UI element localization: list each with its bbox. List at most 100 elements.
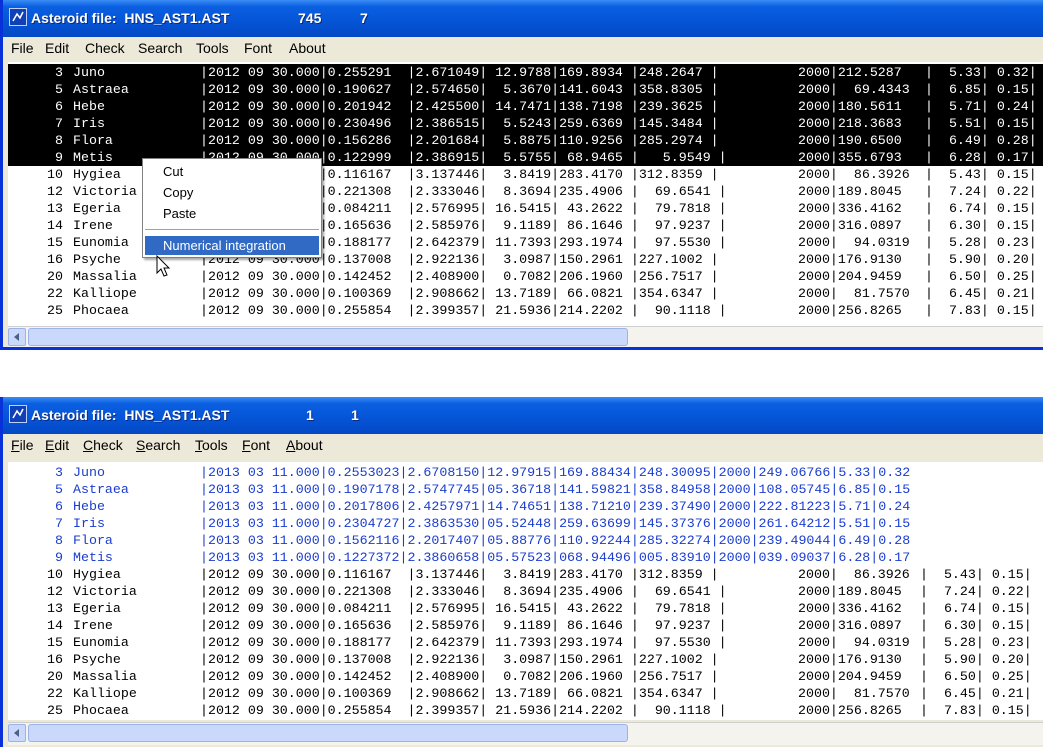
orbital-elements: |2013 03 11.000|0.2553023|2.6708150|12.9… <box>200 465 911 480</box>
scroll-thumb[interactable] <box>28 328 628 346</box>
menu-search[interactable]: Search <box>138 40 182 56</box>
asteroid-number: 7 <box>55 116 63 131</box>
title-bar[interactable]: Asteroid file: HNS_AST1.AST 745 7 <box>3 0 1043 37</box>
mouse-cursor-icon <box>156 255 171 277</box>
orbital-elements: |2012 09 30.000|0.100369 |2.908662| 13.7… <box>200 686 719 701</box>
table-row[interactable]: 15 Eunomia |2012 09 30.000|0.188177 |2.642… <box>8 634 1043 651</box>
menu-edit[interactable]: Edit <box>45 437 69 453</box>
menu-font[interactable]: Font <box>242 437 270 453</box>
asteroid-name: Kalliope <box>73 286 137 301</box>
orbital-elements: |2012 09 30.000|0.255854 |2.399357| 21.5… <box>200 703 727 718</box>
table-row[interactable]: 22 Kalliope |2012 09 30.000|0.100369 |2.90… <box>8 685 1043 702</box>
asteroid-name: Metis <box>73 150 113 165</box>
table-row[interactable]: 16 Psyche |2012 09 30.000|0.137008 |2.9221… <box>8 651 1043 668</box>
horizontal-scrollbar[interactable] <box>8 326 1043 347</box>
menu-item-cut[interactable]: Cut <box>163 164 183 179</box>
table-row[interactable]: 8 Flora |2012 09 30.000|0.156286 |2.201684… <box>8 132 1043 149</box>
menu-search[interactable]: Search <box>136 437 180 453</box>
magnitude-slope: | 5.51| 0.15| <box>925 116 1037 131</box>
equinox-anomaly: 2000|180.5611 <box>798 99 902 114</box>
magnitude-slope: | 5.28| 0.23| <box>920 635 1032 650</box>
table-row[interactable]: 5 Astraea |2013 03 11.000|0.1907178|2.5747… <box>8 481 1043 498</box>
magnitude-slope: | 5.43| 0.15| <box>925 167 1037 182</box>
equinox-anomaly: 2000|189.8045 <box>798 584 902 599</box>
magnitude-slope: | 7.83| 0.15| <box>920 703 1032 718</box>
table-row[interactable]: 8 Flora |2013 03 11.000|0.1562116|2.201740… <box>8 532 1043 549</box>
asteroid-number: 5 <box>55 82 63 97</box>
table-row[interactable]: 6 Hebe |2012 09 30.000|0.201942 |2.425500|… <box>8 98 1043 115</box>
menu-edit[interactable]: Edit <box>45 40 69 56</box>
orbital-elements: |2012 09 30.000|0.255291 |2.671049| 12.9… <box>200 65 719 80</box>
table-row[interactable]: 7 Iris |2013 03 11.000|0.2304727|2.3863530… <box>8 515 1043 532</box>
table-row[interactable]: 6 Hebe |2013 03 11.000|0.2017806|2.4257971… <box>8 498 1043 515</box>
scroll-left-icon[interactable] <box>8 724 26 742</box>
table-row[interactable]: 9 Metis |2013 03 11.000|0.1227372|2.386065… <box>8 549 1043 566</box>
orbital-elements: |2012 09 30.000|0.201942 |2.425500| 14.7… <box>200 99 719 114</box>
asteroid-name: Hebe <box>73 99 105 114</box>
orbital-elements: |2012 09 30.000|0.255854 |2.399357| 21.5… <box>200 303 727 318</box>
table-row[interactable]: 25 Phocaea |2012 09 30.000|0.255854 |2.399… <box>8 702 1043 719</box>
magnitude-slope: | 7.24| 0.22| <box>920 584 1032 599</box>
table-row[interactable]: 12 Victoria |2012 09 30.000|0.221308 |2.33… <box>8 583 1043 600</box>
equinox-anomaly: 2000|256.8265 <box>798 703 902 718</box>
asteroid-list[interactable]: 3 Juno |2013 03 11.000|0.2553023|2.6708150… <box>8 462 1043 720</box>
asteroid-number: 13 <box>47 601 63 616</box>
equinox-anomaly: 2000|336.4162 <box>798 201 902 216</box>
scroll-left-icon[interactable] <box>8 328 26 346</box>
table-row[interactable]: 3 Juno |2013 03 11.000|0.2553023|2.6708150… <box>8 464 1043 481</box>
magnitude-slope: | 6.50| 0.25| <box>920 669 1032 684</box>
scroll-thumb[interactable] <box>28 724 628 742</box>
table-row[interactable]: 7 Iris |2012 09 30.000|0.230496 |2.386515|… <box>8 115 1043 132</box>
asteroid-name: Astraea <box>73 482 129 497</box>
menu-check[interactable]: Check <box>83 437 123 453</box>
title-bar[interactable]: Asteroid file: HNS_AST1.AST 1 1 <box>3 397 1043 434</box>
orbital-elements: |2013 03 11.000|0.2017806|2.4257971|14.7… <box>200 499 911 514</box>
equinox-anomaly: 2000| 81.7570 <box>798 286 910 301</box>
horizontal-scrollbar[interactable] <box>8 722 1043 745</box>
orbital-elements: |2012 09 30.000|0.137008 |2.922136| 3.09… <box>200 652 719 667</box>
menu-separator <box>145 229 319 230</box>
table-row[interactable]: 5 Astraea |2012 09 30.000|0.190627 |2.5746… <box>8 81 1043 98</box>
equinox-anomaly: 2000|256.8265 <box>798 303 902 318</box>
menu-item-copy[interactable]: Copy <box>163 185 193 200</box>
menu-file[interactable]: File <box>11 437 34 453</box>
equinox-anomaly: 2000|316.0897 <box>798 218 902 233</box>
menu-tools[interactable]: Tools <box>196 40 229 56</box>
menu-item-paste[interactable]: Paste <box>163 206 196 221</box>
table-row[interactable]: 10 Hygiea |2012 09 30.000|0.116167 |3.1374… <box>8 566 1043 583</box>
menu-check[interactable]: Check <box>85 40 125 56</box>
orbital-elements: |2013 03 11.000|0.1227372|2.3860658|05.5… <box>200 550 911 565</box>
orbital-elements: |2012 09 30.000|0.230496 |2.386515| 5.52… <box>200 116 719 131</box>
asteroid-number: 3 <box>55 65 63 80</box>
asteroid-name: Eunomia <box>73 635 129 650</box>
table-row[interactable]: 25 Phocaea |2012 09 30.000|0.255854 |2.399… <box>8 302 1043 319</box>
asteroid-number: 9 <box>55 150 63 165</box>
asteroid-name: Iris <box>73 116 105 131</box>
orbital-elements: |2012 09 30.000|0.190627 |2.574650| 5.36… <box>200 82 719 97</box>
table-row[interactable]: 13 Egeria |2012 09 30.000|0.084211 |2.5769… <box>8 600 1043 617</box>
menu-about[interactable]: About <box>286 437 323 453</box>
asteroid-name: Massalia <box>73 269 137 284</box>
table-row[interactable]: 20 Massalia |2012 09 30.000|0.142452 |2.40… <box>8 668 1043 685</box>
table-row[interactable]: 3 Juno |2012 09 30.000|0.255291 |2.671049|… <box>8 64 1043 81</box>
asteroid-name: Iris <box>73 516 105 531</box>
menu-about[interactable]: About <box>289 40 326 56</box>
menu-item-numerical-integration[interactable]: Numerical integration <box>145 236 319 255</box>
menu-font[interactable]: Font <box>244 40 272 56</box>
asteroid-number: 15 <box>47 235 63 250</box>
table-row[interactable]: 14 Irene |2012 09 30.000|0.165636 |2.58597… <box>8 617 1043 634</box>
asteroid-name: Astraea <box>73 82 129 97</box>
asteroid-name: Flora <box>73 133 113 148</box>
menu-file[interactable]: File <box>11 40 34 56</box>
window-title: Asteroid file: HNS_AST1.AST <box>31 407 230 423</box>
table-row[interactable]: 22 Kalliope |2012 09 30.000|0.100369 |2.90… <box>8 285 1043 302</box>
orbital-elements: |2013 03 11.000|0.1562116|2.2017407|05.8… <box>200 533 911 548</box>
orbital-elements: |2012 09 30.000|0.221308 |2.333046| 8.36… <box>200 584 727 599</box>
asteroid-number: 16 <box>47 252 63 267</box>
asteroid-name: Egeria <box>73 201 121 216</box>
magnitude-slope: | 5.43| 0.15| <box>920 567 1032 582</box>
menu-tools[interactable]: Tools <box>195 437 228 453</box>
orbital-elements: |2012 09 30.000|0.084211 |2.576995| 16.5… <box>200 601 727 616</box>
asteroid-number: 22 <box>47 686 63 701</box>
selected-count: 7 <box>360 10 368 26</box>
